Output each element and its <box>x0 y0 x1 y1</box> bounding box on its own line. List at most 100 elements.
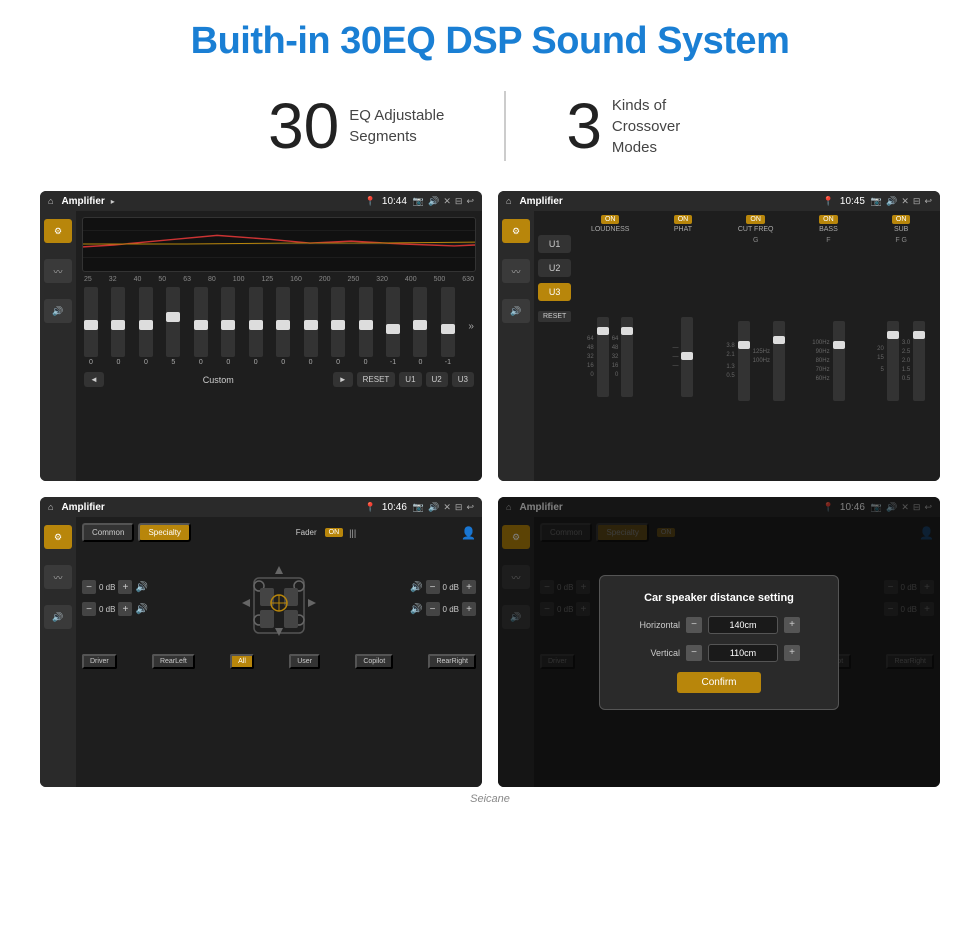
horizontal-plus[interactable]: + <box>784 617 800 633</box>
u1-btn[interactable]: U1 <box>538 235 571 253</box>
status-bar-3: ⌂ Amplifier 📍 10:46 📷🔊✕⊟↩ <box>40 497 482 517</box>
dialog-title: Car speaker distance setting <box>620 592 818 604</box>
sidebar2-wave-btn[interactable]: 〰 <box>502 259 530 283</box>
eq-u3-btn[interactable]: U3 <box>452 372 474 387</box>
user-icon[interactable]: 👤 <box>461 526 476 540</box>
vertical-plus[interactable]: + <box>784 645 800 661</box>
crossover-reset-btn[interactable]: RESET <box>538 311 571 322</box>
u2-btn[interactable]: U2 <box>538 259 571 277</box>
eq-slider-10[interactable]: 0 <box>359 287 373 366</box>
eq-slider-5[interactable]: 0 <box>221 287 235 366</box>
loudness-label: LOUDNESS <box>591 226 630 233</box>
user-btn[interactable]: User <box>289 654 320 669</box>
copilot-btn[interactable]: Copilot <box>355 654 393 669</box>
eq-freq-labels: 25 32 40 50 63 80 100 125 160 200 250 32… <box>82 276 476 283</box>
phat-channel: ON PHAT ——— <box>648 215 718 477</box>
right-top-plus[interactable]: + <box>462 580 476 594</box>
left-top-plus[interactable]: + <box>118 580 132 594</box>
sub-slider[interactable]: 20155 3.02.52.01.50.5 <box>877 244 925 477</box>
car-diagram <box>234 548 324 648</box>
dialog-box: Car speaker distance setting Horizontal … <box>599 575 839 710</box>
eq-prev-btn[interactable]: ◄ <box>84 372 104 387</box>
sidebar3-vol-btn[interactable]: 🔊 <box>44 605 72 629</box>
sidebar2-vol-btn[interactable]: 🔊 <box>502 299 530 323</box>
eq-slider-6[interactable]: 0 <box>249 287 263 366</box>
left-bot-plus[interactable]: + <box>118 602 132 616</box>
eq-u1-btn[interactable]: U1 <box>399 372 421 387</box>
status-icons-1: 📷🔊✕⊟↩ <box>413 196 474 207</box>
sidebar-1: ⚙ 〰 🔊 <box>40 211 76 481</box>
left-bot-minus[interactable]: − <box>82 602 96 616</box>
eq-slider-3[interactable]: 5 <box>166 287 180 366</box>
dialog-horizontal-label: Horizontal <box>620 620 680 630</box>
cutfreq-channel: ON CUT FREQ G 3.82.11.30.5 125Hz100 <box>721 215 791 477</box>
loudness-channel: ON LOUDNESS 644832160 644832160 <box>575 215 645 477</box>
all-btn[interactable]: All <box>230 654 254 669</box>
speaker-icon-rb: 🔊 <box>410 604 422 615</box>
bass-slider[interactable]: 100Hz90Hz80Hz70Hz60Hz <box>812 244 844 477</box>
eq-slider-11[interactable]: -1 <box>386 287 400 366</box>
home-icon-2[interactable]: ⌂ <box>506 196 511 206</box>
sidebar-eq-btn[interactable]: ⚙ <box>44 219 72 243</box>
cutfreq-slider[interactable]: 3.82.11.30.5 125Hz100Hz <box>726 244 785 477</box>
screen1-title: Amplifier <box>61 196 104 207</box>
driver-btn[interactable]: Driver <box>82 654 117 669</box>
eq-slider-9[interactable]: 0 <box>331 287 345 366</box>
eq-slider-7[interactable]: 0 <box>276 287 290 366</box>
eq-curve-area <box>82 217 476 272</box>
common-tab[interactable]: Common <box>82 523 134 542</box>
eq-slider-0[interactable]: 0 <box>84 287 98 366</box>
screenshots-grid: ⌂ Amplifier ▸ 📍 10:44 📷🔊✕⊟↩ ⚙ 〰 🔊 <box>40 191 940 787</box>
eq-slider-12[interactable]: 0 <box>413 287 427 366</box>
right-top-minus[interactable]: − <box>426 580 440 594</box>
play-icon-1: ▸ <box>111 197 115 206</box>
right-bot-plus[interactable]: + <box>462 602 476 616</box>
sidebar2-eq-btn[interactable]: ⚙ <box>502 219 530 243</box>
rear-left-btn[interactable]: RearLeft <box>152 654 195 669</box>
speaker-layout: − 0 dB + 🔊 − 0 dB + 🔊 <box>82 548 476 648</box>
eq-controls: ◄ Custom ► RESET U1 U2 U3 <box>82 370 476 389</box>
vertical-input[interactable] <box>708 644 778 662</box>
eq-slider-13[interactable]: -1 <box>441 287 455 366</box>
u3-btn[interactable]: U3 <box>538 283 571 301</box>
eq-u2-btn[interactable]: U2 <box>426 372 448 387</box>
home-icon-3[interactable]: ⌂ <box>48 502 53 512</box>
eq-slider-4[interactable]: 0 <box>194 287 208 366</box>
stat-eq-number: 30 <box>268 94 339 158</box>
screen1-time: 10:44 <box>382 196 407 207</box>
vertical-minus[interactable]: − <box>686 645 702 661</box>
sidebar3-wave-btn[interactable]: 〰 <box>44 565 72 589</box>
left-top-minus[interactable]: − <box>82 580 96 594</box>
specialty-tab[interactable]: Specialty <box>138 523 190 542</box>
sidebar-vol-btn[interactable]: 🔊 <box>44 299 72 323</box>
screen4-content: ⚙ 〰 🔊 Common Specialty ON 👤 −0 dB+ <box>498 517 940 787</box>
loudness-slider[interactable]: 644832160 644832160 <box>587 237 633 477</box>
left-top-db-val: 0 dB <box>99 583 115 592</box>
eq-curve-svg <box>83 218 475 271</box>
sidebar3-eq-btn[interactable]: ⚙ <box>44 525 72 549</box>
speaker-icon-lb: 🔊 <box>135 604 147 615</box>
horizontal-input[interactable] <box>708 616 778 634</box>
rear-right-btn[interactable]: RearRight <box>428 654 476 669</box>
specialty-tabs: Common Specialty Fader ON ||| 👤 <box>82 523 476 542</box>
eq-slider-2[interactable]: 0 <box>139 287 153 366</box>
phat-slider[interactable]: ——— <box>672 237 693 477</box>
sidebar-wave-btn[interactable]: 〰 <box>44 259 72 283</box>
confirm-button[interactable]: Confirm <box>677 672 760 693</box>
eq-panel: 25 32 40 50 63 80 100 125 160 200 250 32… <box>76 211 482 481</box>
screen-crossover: ⌂ Amplifier 📍 10:45 📷🔊✕⊟↩ ⚙ 〰 🔊 <box>498 191 940 481</box>
status-bar-1: ⌂ Amplifier ▸ 📍 10:44 📷🔊✕⊟↩ <box>40 191 482 211</box>
eq-reset-btn[interactable]: RESET <box>357 372 396 387</box>
eq-slider-8[interactable]: 0 <box>304 287 318 366</box>
page-container: Buith-in 30EQ DSP Sound System 30 EQ Adj… <box>0 0 980 825</box>
sidebar-3: ⚙ 〰 🔊 <box>40 517 76 787</box>
screen-eq: ⌂ Amplifier ▸ 📍 10:44 📷🔊✕⊟↩ ⚙ 〰 🔊 <box>40 191 482 481</box>
eq-next-btn[interactable]: ► <box>333 372 353 387</box>
home-icon-1[interactable]: ⌂ <box>48 196 53 206</box>
pin-icon-3: 📍 <box>365 502 376 513</box>
watermark: Seicane <box>40 793 940 805</box>
eq-slider-1[interactable]: 0 <box>111 287 125 366</box>
horizontal-minus[interactable]: − <box>686 617 702 633</box>
stat-eq-label: EQ AdjustableSegments <box>349 105 444 147</box>
right-bot-minus[interactable]: − <box>426 602 440 616</box>
